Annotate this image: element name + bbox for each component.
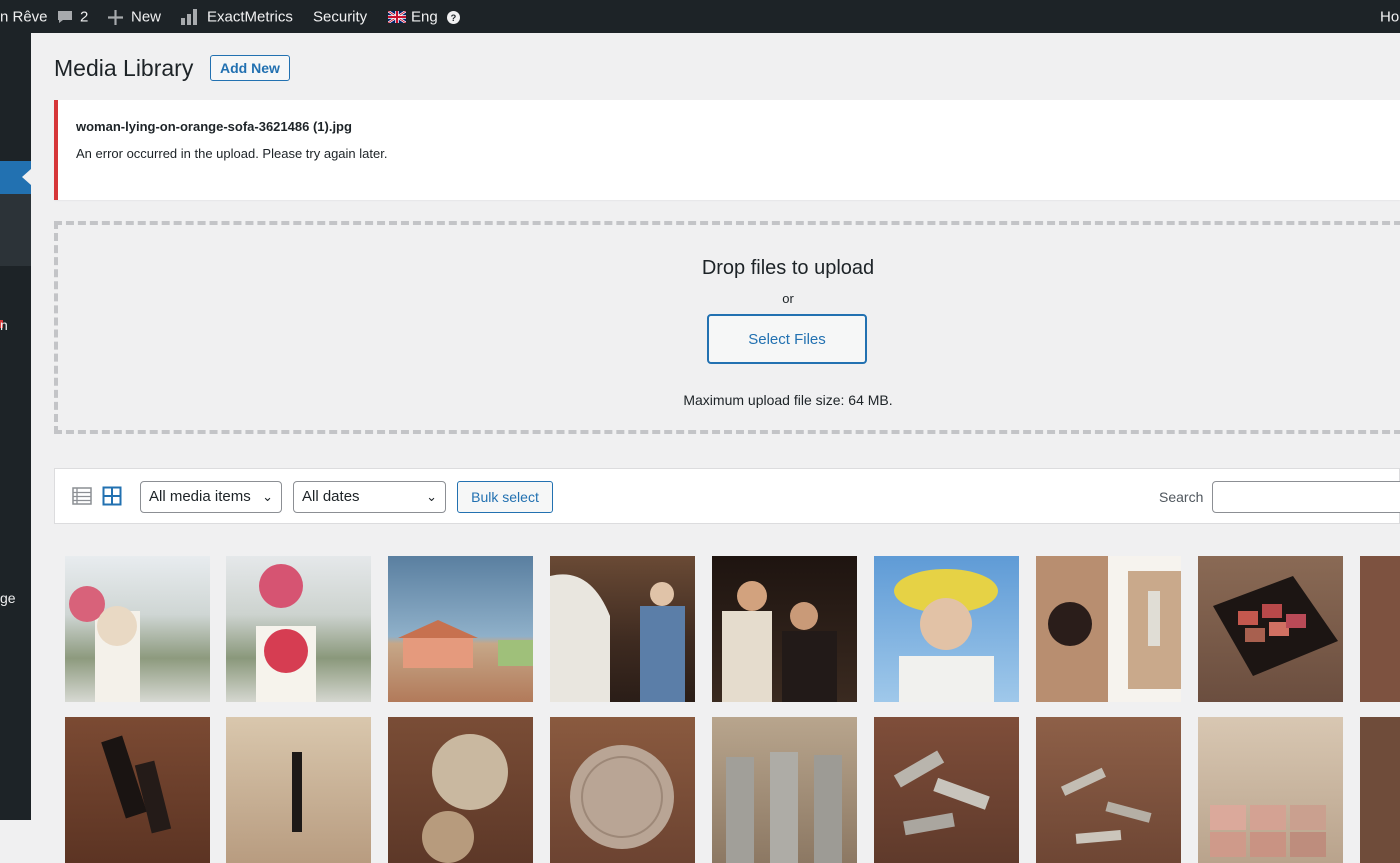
drop-files-title: Drop files to upload bbox=[701, 257, 875, 279]
howdy-account-link[interactable]: Ho bbox=[1380, 0, 1399, 33]
media-image bbox=[422, 734, 508, 863]
media-thumbnail[interactable] bbox=[712, 717, 857, 863]
media-thumbnail[interactable] bbox=[1198, 717, 1343, 863]
help-circle-icon[interactable]: ? bbox=[446, 10, 460, 24]
media-image bbox=[292, 752, 302, 832]
admin-sidebar-menu: n ge bbox=[0, 33, 31, 820]
media-image bbox=[893, 750, 990, 836]
max-upload-size: Maximum upload file size: 64 MB. bbox=[683, 392, 893, 408]
media-thumbnail[interactable] bbox=[1036, 556, 1181, 702]
upload-drop-zone[interactable]: Drop files to upload or Select Files Max… bbox=[54, 221, 1400, 434]
media-thumbnail[interactable] bbox=[388, 556, 533, 702]
media-thumbnail[interactable] bbox=[712, 556, 857, 702]
plus-icon bbox=[108, 9, 123, 25]
media-image bbox=[550, 574, 685, 702]
media-thumbnail[interactable] bbox=[65, 717, 210, 863]
media-image bbox=[69, 586, 140, 702]
exactmetrics-link[interactable]: ExactMetrics bbox=[181, 0, 293, 33]
sidebar-item-label-fragment[interactable]: ge bbox=[0, 590, 16, 606]
media-image bbox=[894, 569, 998, 702]
media-image bbox=[722, 581, 837, 702]
date-filter-value: All dates bbox=[302, 488, 360, 505]
media-image bbox=[256, 564, 316, 702]
bulk-select-button[interactable]: Bulk select bbox=[457, 481, 553, 513]
drop-or-label: or bbox=[782, 291, 794, 306]
media-toolbar: All media items ⌄ All dates ⌄ Bulk selec… bbox=[54, 468, 1400, 524]
security-link[interactable]: Security bbox=[313, 0, 367, 33]
media-image bbox=[1036, 556, 1181, 702]
media-thumbnail[interactable] bbox=[1198, 556, 1343, 702]
error-filename: woman-lying-on-orange-sofa-3621486 (1).j… bbox=[76, 119, 352, 134]
add-new-button[interactable]: Add New bbox=[210, 55, 290, 81]
comments-link[interactable]: 2 bbox=[57, 0, 88, 33]
new-content-link[interactable]: New bbox=[108, 0, 161, 33]
admin-bar: n Rêve 2 New ExactMetrics Security Eng ?… bbox=[0, 0, 1400, 33]
svg-text:?: ? bbox=[451, 13, 457, 23]
media-thumbnail[interactable] bbox=[1036, 717, 1181, 863]
security-label: Security bbox=[313, 8, 368, 26]
current-menu-arrow bbox=[22, 169, 31, 185]
site-name-link[interactable]: n Rêve bbox=[0, 0, 48, 33]
media-thumbnail[interactable] bbox=[226, 717, 371, 863]
sidebar-item-label-fragment[interactable]: n bbox=[0, 317, 8, 333]
media-thumbnail[interactable] bbox=[550, 556, 695, 702]
media-thumbnail[interactable] bbox=[1360, 717, 1400, 863]
howdy-label: Ho bbox=[1380, 8, 1400, 26]
language-switcher[interactable]: Eng ? bbox=[387, 0, 460, 33]
new-label: New bbox=[131, 8, 162, 26]
media-image bbox=[1210, 805, 1326, 857]
media-image bbox=[1060, 767, 1152, 844]
sidebar-media-submenu[interactable] bbox=[0, 194, 31, 266]
comments-count: 2 bbox=[80, 8, 89, 26]
media-image bbox=[1213, 576, 1338, 676]
media-thumbnail[interactable] bbox=[874, 717, 1019, 863]
media-image bbox=[570, 745, 674, 849]
language-label: Eng bbox=[411, 8, 438, 26]
site-name-label: n Rêve bbox=[0, 8, 48, 26]
media-image bbox=[726, 752, 842, 863]
media-image bbox=[101, 735, 172, 834]
search-input[interactable] bbox=[1212, 481, 1400, 513]
chevron-down-icon: ⌄ bbox=[426, 489, 437, 504]
media-thumbnail[interactable] bbox=[388, 717, 533, 863]
bar-chart-icon bbox=[181, 9, 197, 26]
media-thumbnail[interactable] bbox=[65, 556, 210, 702]
upload-error-notice: woman-lying-on-orange-sofa-3621486 (1).j… bbox=[54, 100, 1400, 200]
date-filter[interactable]: All dates ⌄ bbox=[293, 481, 446, 513]
search-label: Search bbox=[1159, 489, 1204, 505]
media-type-filter-value: All media items bbox=[149, 488, 251, 505]
main-content: Media Library Add New woman-lying-on-ora… bbox=[31, 33, 1400, 863]
media-image bbox=[398, 620, 533, 668]
select-files-button[interactable]: Select Files bbox=[707, 314, 867, 364]
grid-view-icon[interactable] bbox=[102, 486, 122, 506]
chevron-down-icon: ⌄ bbox=[262, 489, 273, 504]
media-thumbnail[interactable] bbox=[874, 556, 1019, 702]
exactmetrics-label: ExactMetrics bbox=[207, 8, 293, 26]
media-thumbnail[interactable] bbox=[226, 556, 371, 702]
list-view-icon[interactable] bbox=[72, 486, 92, 506]
uk-flag-icon bbox=[387, 10, 407, 25]
error-message: An error occurred in the upload. Please … bbox=[76, 146, 388, 161]
media-thumbnail[interactable] bbox=[550, 717, 695, 863]
comment-icon bbox=[58, 11, 72, 24]
media-type-filter[interactable]: All media items ⌄ bbox=[140, 481, 282, 513]
media-thumbnail[interactable] bbox=[1360, 556, 1400, 702]
page-title: Media Library bbox=[54, 55, 194, 81]
